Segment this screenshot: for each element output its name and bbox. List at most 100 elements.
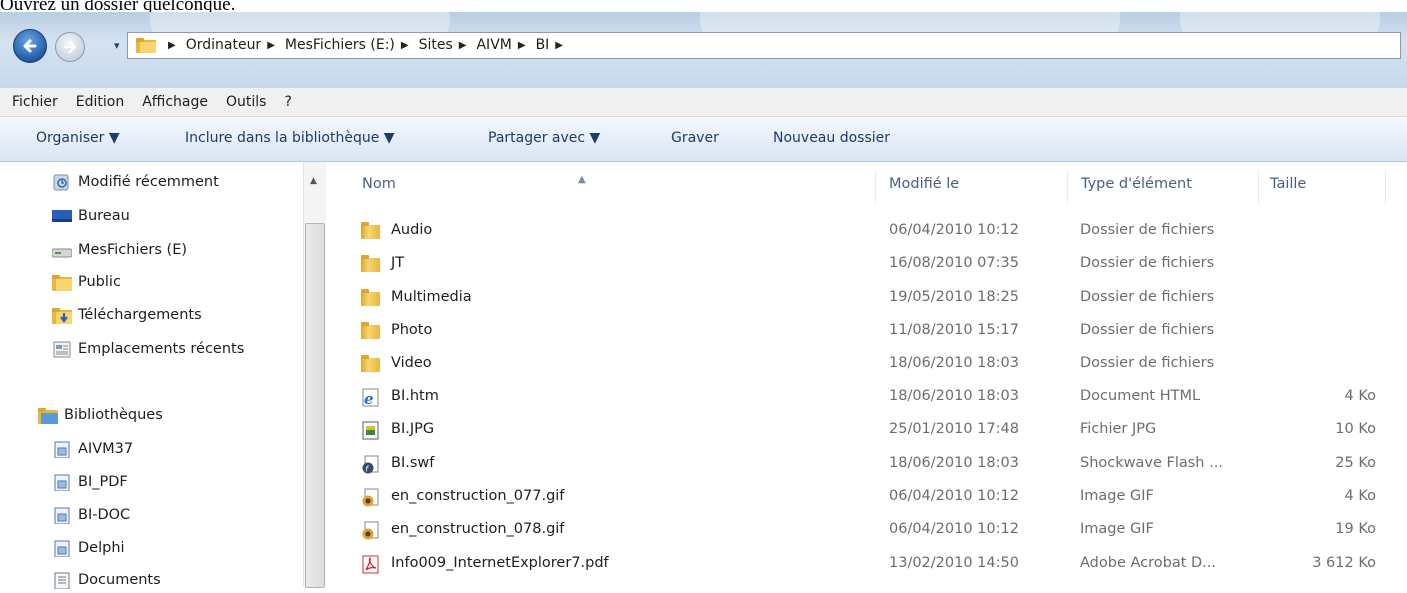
folder-icon [136, 38, 156, 53]
file-name: BI.swf [391, 455, 435, 471]
breadcrumb-separator-icon[interactable]: ▶ [267, 40, 275, 51]
scrollbar-thumb[interactable] [305, 223, 325, 588]
file-row-video[interactable]: Video 18/06/2010 18:03 Dossier de fichie… [360, 348, 1400, 381]
column-header-size[interactable]: Taille [1270, 176, 1306, 192]
file-size: 4 Ko [1344, 488, 1377, 504]
nav-item-label: Delphi [78, 540, 125, 556]
column-divider[interactable] [1385, 170, 1386, 204]
file-row-jt[interactable]: JT 16/08/2010 07:35 Dossier de fichiers [360, 248, 1400, 281]
nav-item-documents[interactable]: Documents [52, 568, 161, 592]
nav-item-label: BI-DOC [78, 507, 131, 523]
breadcrumb-ordinateur[interactable]: Ordinateur [186, 37, 262, 53]
file-row-gif-077[interactable]: en_construction_077.gif 06/04/2010 10:12… [360, 481, 1400, 514]
nav-item-label: Bibliothèques [64, 407, 163, 423]
nav-item-bi-pdf[interactable]: BI_PDF [52, 470, 128, 494]
column-header-type[interactable]: Type d'élément [1081, 176, 1192, 192]
nav-item-delphi[interactable]: Delphi [52, 536, 125, 560]
back-button[interactable] [13, 29, 47, 63]
scroll-up-icon[interactable]: ▲ [310, 176, 317, 186]
breadcrumb: ▶ Ordinateur ▶ MesFichiers (E:) ▶ Sites … [164, 37, 573, 53]
file-type: Dossier de fichiers [1080, 222, 1215, 238]
menu-affichage[interactable]: Affichage [142, 94, 208, 110]
nav-item-telechargements[interactable]: Téléchargements [52, 303, 202, 327]
file-name: BI.JPG [391, 421, 435, 437]
column-divider[interactable] [875, 170, 876, 204]
forward-button[interactable] [55, 32, 85, 62]
breadcrumb-separator-icon[interactable]: ▶ [168, 40, 176, 51]
breadcrumb-bi[interactable]: BI [536, 37, 550, 53]
breadcrumb-separator-icon[interactable]: ▶ [459, 40, 467, 51]
burn-button[interactable]: Graver [671, 130, 719, 146]
share-with-button[interactable]: Partager avec ▼ [488, 130, 600, 146]
library-icon [52, 441, 72, 458]
file-row-photo[interactable]: Photo 11/08/2010 15:17 Dossier de fichie… [360, 315, 1400, 348]
nav-item-mesfichiers[interactable]: MesFichiers (E) [51, 238, 188, 262]
navigation-pane [0, 162, 330, 586]
new-folder-button[interactable]: Nouveau dossier [773, 130, 890, 146]
jpg-file-icon [360, 421, 382, 440]
file-type: Image GIF [1080, 488, 1154, 504]
nav-item-aivm37[interactable]: AIVM37 [52, 437, 133, 461]
breadcrumb-separator-icon[interactable]: ▶ [518, 40, 526, 51]
file-type: Dossier de fichiers [1080, 289, 1215, 305]
file-size: 10 Ko [1335, 421, 1376, 437]
file-name: Photo [391, 322, 433, 338]
menu-fichier[interactable]: Fichier [12, 94, 58, 110]
nav-item-recent[interactable]: Modifié récemment [52, 170, 219, 194]
nav-item-label: Modifié récemment [78, 174, 219, 190]
folder-icon [360, 289, 382, 308]
folder-icon [360, 222, 382, 241]
breadcrumb-mesfichiers[interactable]: MesFichiers (E:) [285, 37, 395, 53]
nav-item-label: Public [78, 274, 121, 290]
back-arrow-icon [23, 39, 37, 53]
file-modified: 18/06/2010 18:03 [889, 355, 1019, 371]
include-in-library-button[interactable]: Inclure dans la bibliothèque ▼ [185, 130, 395, 146]
nav-item-bibliotheques[interactable]: Bibliothèques [38, 403, 163, 427]
breadcrumb-separator-icon[interactable]: ▶ [555, 40, 563, 51]
file-row-bi-htm[interactable]: e BI.htm 18/06/2010 18:03 Document HTML … [360, 381, 1400, 414]
column-header-name[interactable]: Nom [362, 176, 396, 192]
file-size: 3 612 Ko [1312, 555, 1376, 571]
file-name: JT [391, 255, 405, 271]
pdf-file-icon [360, 555, 382, 574]
folder-icon [52, 274, 72, 291]
nav-item-label: Bureau [78, 208, 130, 224]
menu-edition[interactable]: Edition [76, 94, 124, 110]
nav-item-emplacements[interactable]: Emplacements récents [52, 337, 244, 361]
breadcrumb-aivm[interactable]: AIVM [476, 37, 511, 53]
nav-item-bureau[interactable]: Bureau [52, 204, 130, 228]
swf-file-icon: f [360, 455, 382, 474]
file-row-bi-jpg[interactable]: BI.JPG 25/01/2010 17:48 Fichier JPG 10 K… [360, 414, 1400, 447]
menu-bar: Fichier Edition Affichage Outils ? [0, 88, 1407, 117]
breadcrumb-sites[interactable]: Sites [419, 37, 453, 53]
file-modified: 06/04/2010 10:12 [889, 222, 1019, 238]
file-row-bi-swf[interactable]: f BI.swf 18/06/2010 18:03 Shockwave Flas… [360, 448, 1400, 481]
file-row-audio[interactable]: Audio 06/04/2010 10:12 Dossier de fichie… [360, 215, 1400, 248]
column-divider[interactable] [1067, 170, 1068, 204]
file-row-multimedia[interactable]: Multimedia 19/05/2010 18:25 Dossier de f… [360, 282, 1400, 315]
file-modified: 13/02/2010 14:50 [889, 555, 1019, 571]
nav-item-bi-doc[interactable]: BI-DOC [52, 503, 130, 527]
file-modified: 18/06/2010 18:03 [889, 388, 1019, 404]
breadcrumb-separator-icon[interactable]: ▶ [401, 40, 409, 51]
file-name: Video [391, 355, 432, 371]
organize-button[interactable]: Organiser ▼ [36, 130, 120, 146]
column-header-modified[interactable]: Modifié le [889, 176, 959, 192]
libraries-icon [38, 407, 58, 424]
file-row-gif-078[interactable]: en_construction_078.gif 06/04/2010 10:12… [360, 514, 1400, 547]
column-divider[interactable] [1258, 170, 1259, 204]
menu-outils[interactable]: Outils [226, 94, 266, 110]
nav-item-label: BI_PDF [78, 474, 128, 490]
file-modified: 18/06/2010 18:03 [889, 455, 1019, 471]
gif-file-icon [360, 488, 382, 507]
address-field[interactable]: ▶ Ordinateur ▶ MesFichiers (E:) ▶ Sites … [127, 32, 1401, 59]
file-type: Fichier JPG [1080, 421, 1157, 437]
nav-item-label: MesFichiers (E) [78, 242, 188, 258]
menu-help[interactable]: ? [284, 94, 291, 110]
downloads-folder-icon [52, 307, 72, 324]
file-type: Shockwave Flash ... [1080, 455, 1223, 471]
file-row-pdf[interactable]: Info009_InternetExplorer7.pdf 13/02/2010… [360, 548, 1400, 581]
nav-item-public[interactable]: Public [52, 270, 121, 294]
recent-pages-dropdown[interactable]: ▾ [114, 39, 120, 52]
file-modified: 16/08/2010 07:35 [889, 255, 1019, 271]
